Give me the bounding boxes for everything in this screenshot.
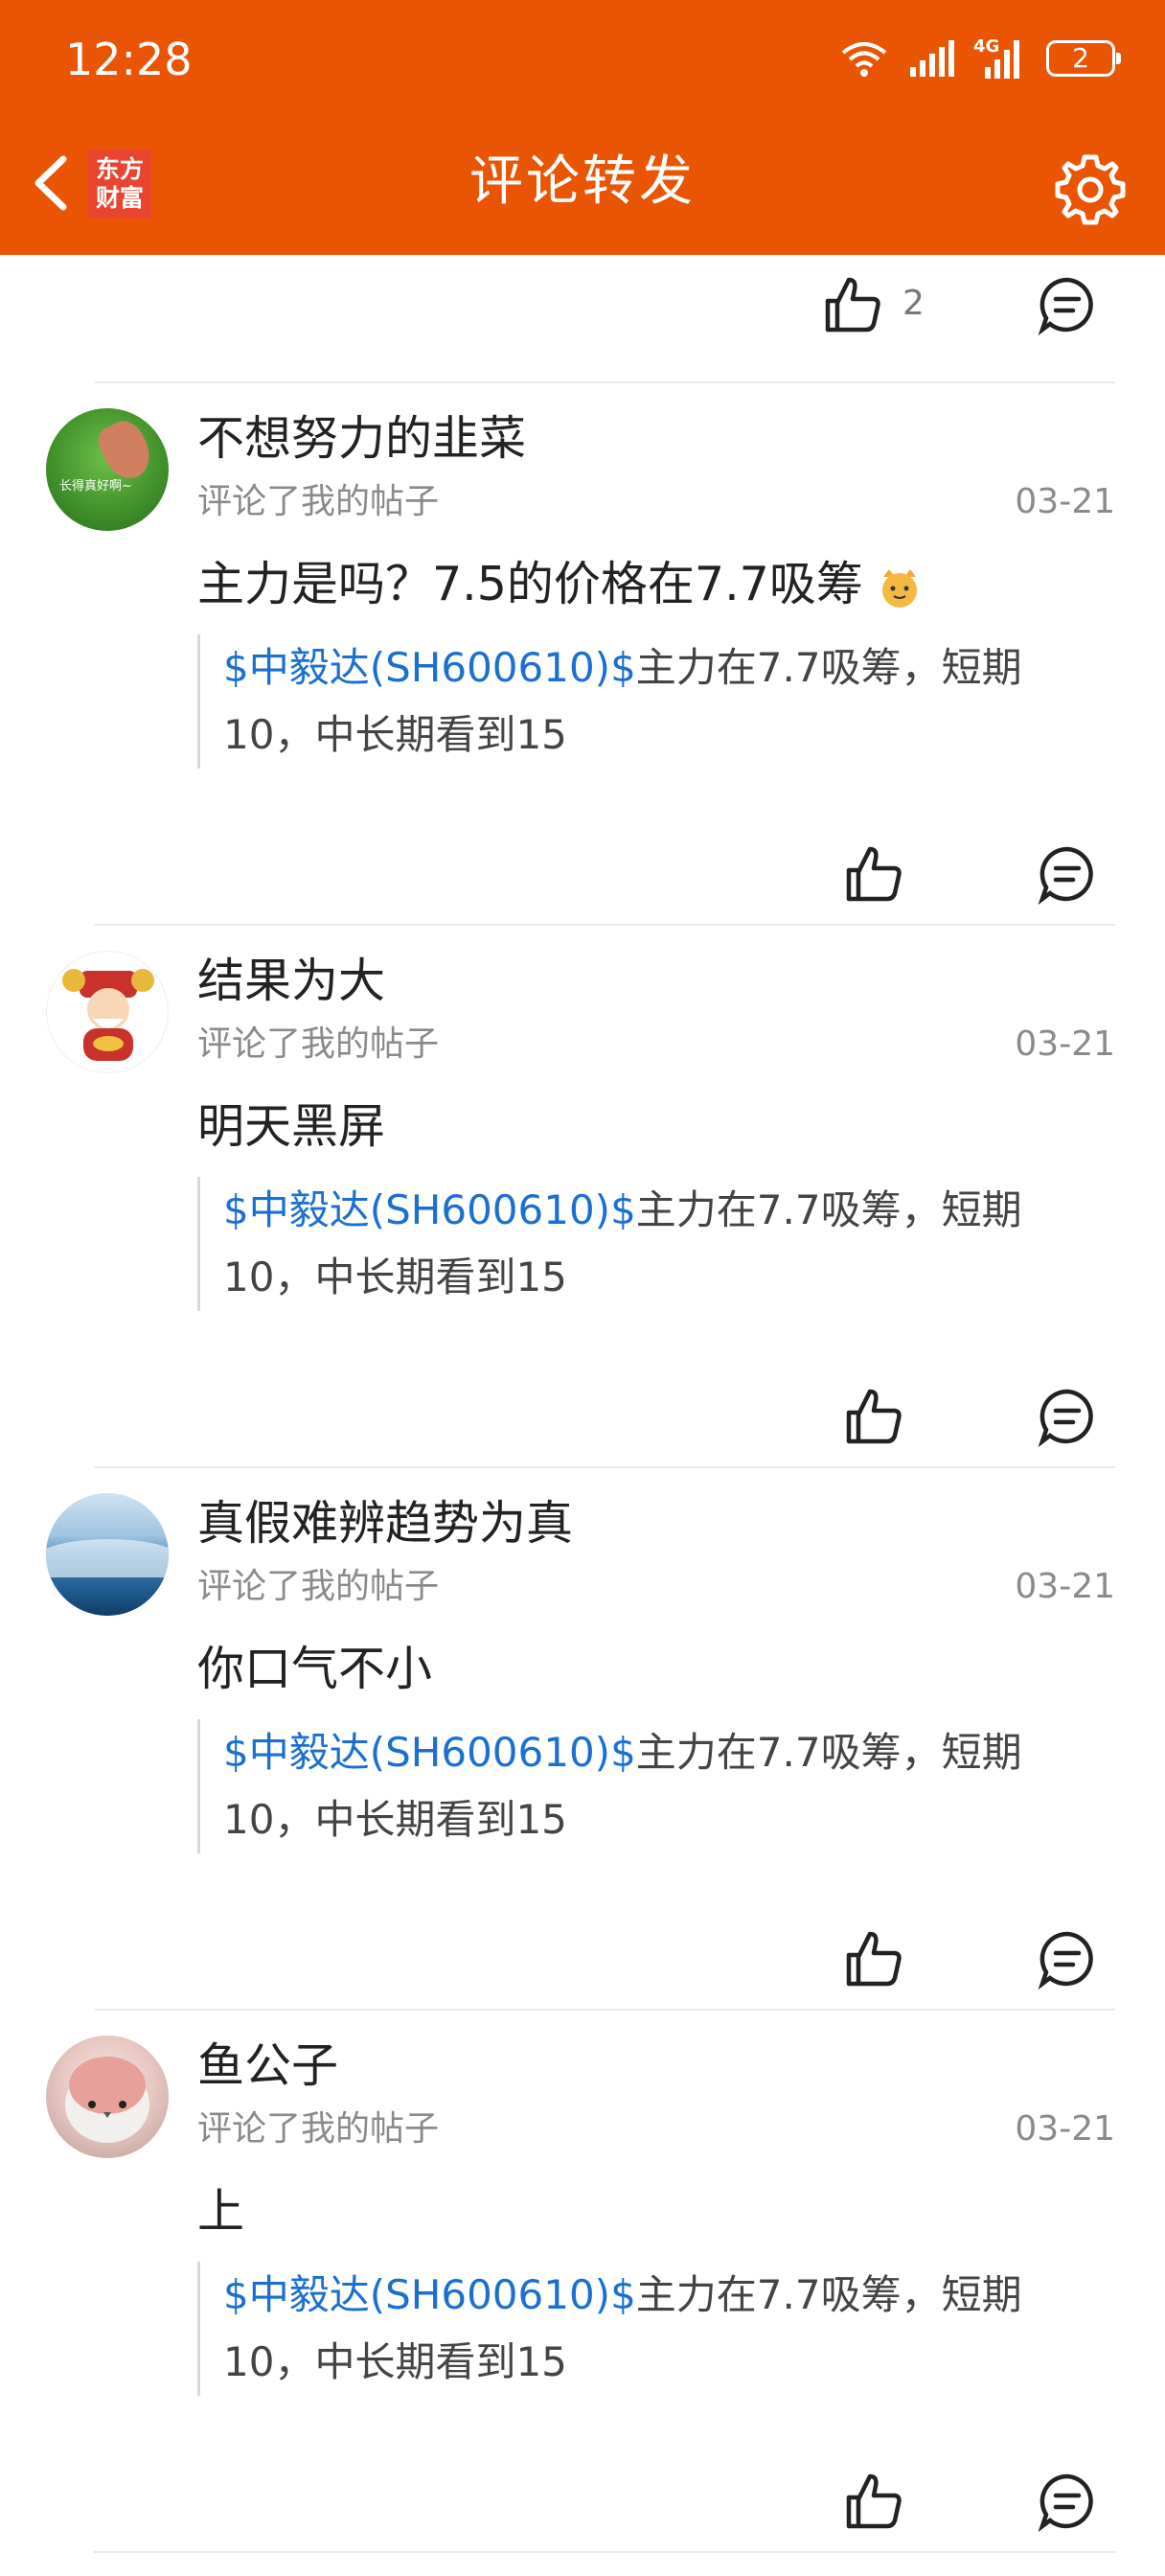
comment-item[interactable]: 长得真好啊~ 不想努力的韭菜 评论了我的帖子 03-21 主力是吗？7.5的价格… (0, 383, 1165, 926)
quoted-post[interactable]: $中毅达(SH600610)$主力在7.7吸筹，短期10，中长期看到15 (197, 634, 1085, 769)
comment-icon[interactable] (1037, 1386, 1098, 1447)
comment-icon[interactable] (1037, 274, 1098, 335)
like-icon[interactable] (843, 1928, 904, 1990)
comment-text: 主力是吗？7.5的价格在7.7吸筹 (197, 550, 922, 619)
comment-icon[interactable] (1037, 843, 1098, 905)
avatar-caption: 长得真好啊~ (59, 479, 132, 494)
avatar[interactable] (46, 2036, 169, 2158)
quoted-post[interactable]: $中毅达(SH600610)$主力在7.7吸筹，短期10，中长期看到15 (197, 2262, 1085, 2396)
like-icon[interactable] (843, 1386, 904, 1447)
comment-icon[interactable] (1037, 1928, 1098, 1990)
date: 03-21 (1015, 1567, 1115, 1606)
status-icons: 4G 2 (839, 34, 1121, 82)
stock-link[interactable]: $中毅达(SH600610)$ (223, 2271, 636, 2318)
previous-item-actions: 2 (0, 255, 1165, 383)
comment-icon[interactable] (1037, 2471, 1098, 2532)
like-icon[interactable] (843, 2471, 904, 2532)
stock-link[interactable]: $中毅达(SH600610)$ (223, 644, 636, 691)
divider (94, 2551, 1115, 2553)
cat-emoji-icon (882, 568, 918, 608)
username[interactable]: 真假难辨趋势为真 (197, 1493, 573, 1554)
bird-avatar-icon (65, 2057, 149, 2143)
username[interactable]: 鱼公子 (197, 2036, 338, 2097)
date: 03-21 (1015, 482, 1115, 521)
battery-level: 2 (1072, 42, 1089, 74)
action-text: 评论了我的帖子 (197, 1567, 440, 1606)
page-title: 评论转发 (469, 150, 696, 213)
like-icon[interactable] (843, 843, 904, 905)
settings-gear-icon[interactable] (1052, 151, 1129, 228)
action-text: 评论了我的帖子 (197, 1024, 440, 1064)
status-time: 12:28 (65, 34, 193, 85)
action-text: 评论了我的帖子 (197, 482, 440, 521)
signal-icon (910, 40, 954, 77)
avatar[interactable]: 长得真好啊~ (46, 408, 169, 531)
quoted-post[interactable]: $中毅达(SH600610)$主力在7.7吸筹，短期10，中长期看到15 (197, 1177, 1085, 1311)
fortune-god-avatar-icon (62, 969, 154, 1061)
app-header: 12:28 4G 2 东方 财富 评论转发 (0, 0, 1165, 255)
like-icon[interactable] (822, 274, 883, 335)
quoted-post[interactable]: $中毅达(SH600610)$主力在7.7吸筹，短期10，中长期看到15 (197, 1719, 1085, 1853)
date: 03-21 (1015, 2109, 1115, 2149)
comment-text: 明天黑屏 (197, 1099, 386, 1154)
comment-item[interactable]: 结果为大 评论了我的帖子 03-21 明天黑屏 $中毅达(SH600610)$主… (0, 926, 1165, 1468)
wifi-icon (841, 42, 887, 77)
battery-icon: 2 (1046, 40, 1121, 77)
comment-list: 2 长得真好啊~ 不想努力的韭菜 评论了我的帖子 03-21 主力是吗？7.5的… (0, 255, 1165, 2553)
username[interactable]: 不想努力的韭菜 (197, 408, 526, 470)
date: 03-21 (1015, 1024, 1115, 1064)
comment-text: 上 (197, 2184, 245, 2239)
signal-4g-icon: 4G (973, 36, 1027, 79)
action-text: 评论了我的帖子 (197, 2109, 440, 2149)
username[interactable]: 结果为大 (197, 951, 385, 1012)
comment-item[interactable]: 鱼公子 评论了我的帖子 03-21 上 $中毅达(SH600610)$主力在7.… (0, 2011, 1165, 2553)
comment-text: 你口气不小 (197, 1642, 433, 1696)
stock-link[interactable]: $中毅达(SH600610)$ (223, 1186, 636, 1233)
stock-link[interactable]: $中毅达(SH600610)$ (223, 1729, 636, 1776)
like-count: 2 (902, 284, 925, 323)
avatar[interactable] (46, 1493, 169, 1616)
comment-item[interactable]: 真假难辨趋势为真 评论了我的帖子 03-21 你口气不小 $中毅达(SH6006… (0, 1468, 1165, 2011)
avatar[interactable] (46, 951, 169, 1073)
